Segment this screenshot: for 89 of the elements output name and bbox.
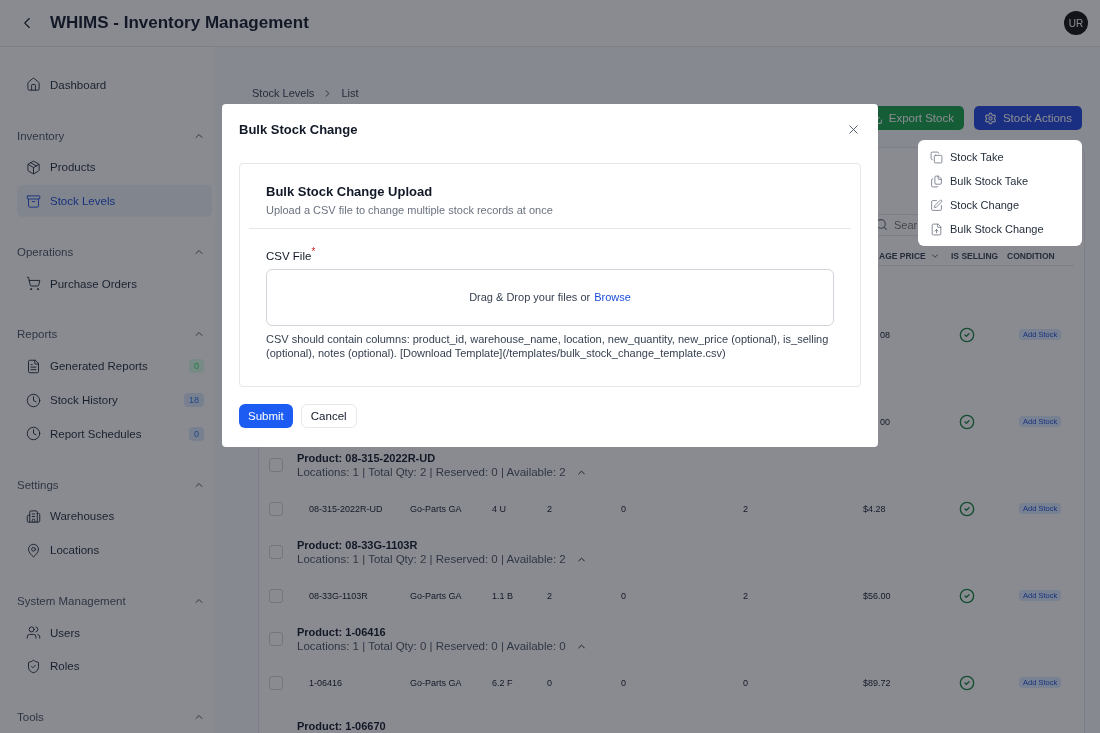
shield-icon <box>26 658 41 674</box>
table-cell-text: 2 <box>547 503 553 514</box>
table-cell-text: 6.2 F <box>492 677 514 688</box>
sidebar-item[interactable]: Products <box>17 151 212 184</box>
table-cell-text: 0 <box>621 590 627 601</box>
submit-button[interactable]: Submit <box>239 404 293 428</box>
section-header[interactable]: Tools <box>17 701 215 733</box>
menu-item[interactable]: Stock Change <box>918 193 1082 217</box>
sidebar-item[interactable]: Stock History 18 <box>17 384 212 416</box>
table-cell-text: 2 <box>743 503 749 514</box>
field-label: CSV File$^{*}$ <box>266 246 317 262</box>
sidebar-item[interactable]: Report Schedules 0 <box>17 417 212 450</box>
count-badge: 18 <box>184 393 204 407</box>
table-cell-text: 0 <box>621 503 627 514</box>
card-subtitle: Upload a CSV file to change multiple stock records at once <box>266 204 554 216</box>
cart-icon <box>26 276 41 292</box>
users-icon <box>26 625 41 641</box>
product-title: Product: 08-315-2022R-UD <box>297 452 437 464</box>
section-header[interactable]: Inventory <box>17 119 215 152</box>
table-cell-text: 2 <box>547 590 553 601</box>
sidebar-item[interactable]: Generated Reports 0 <box>17 350 212 383</box>
table-cell-text: 08-33G-1103R <box>308 590 369 601</box>
menu-item[interactable]: Bulk Stock Take <box>918 169 1082 193</box>
home-icon <box>26 77 41 93</box>
count-badge: 0 <box>189 359 204 374</box>
file-dropzone[interactable]: Drag & Drop your files or Browse <box>266 268 834 326</box>
table-cell-text: 1-06416 <box>308 677 344 688</box>
product-title: Product: 1-06670 <box>297 720 387 732</box>
table-cell-text: Go-Parts GA <box>410 590 463 601</box>
table-cell-text: Go-Parts GA <box>410 677 463 688</box>
breadcrumb-current: List <box>341 87 359 99</box>
product-summary: Locations: 1 | Total Qty: 0 | Reserved: 0 | Available: 0 <box>297 640 566 652</box>
file-upload-icon <box>930 222 943 236</box>
product-title: Product: 08-33G-1103R <box>297 539 419 551</box>
sidebar-item[interactable]: Dashboard <box>17 69 212 101</box>
product-title: Product: 1-06416 <box>297 626 387 638</box>
help-text: CSV should contain columns: product_id, warehouse_name, location, new_quantity, new_price (optional), is_selling (optional), notes (optional). [Download Template](/templates/bulk_stock_change_template.csv) <box>266 331 830 360</box>
section-header[interactable]: Reports <box>17 318 215 351</box>
product-summary: Locations: 1 | Total Qty: 2 | Reserved: 0 | Available: 2 <box>297 466 566 478</box>
table-cell-text: 00 <box>879 416 891 427</box>
table-cell-text: 2 <box>743 590 749 601</box>
modal-title: Bulk Stock Change <box>239 122 358 137</box>
section-header[interactable]: System Management <box>17 584 215 617</box>
app-title: WHIMS - Inventory Management <box>50 13 310 33</box>
clock-icon <box>26 392 41 408</box>
section-header[interactable]: Operations <box>17 236 215 268</box>
sidebar-item[interactable]: Warehouses <box>17 500 212 533</box>
box-icon <box>26 159 41 175</box>
card-title: Bulk Stock Change Upload <box>266 184 434 199</box>
menu-item[interactable]: Stock Take <box>918 145 1082 169</box>
table-cell-text: 08 <box>879 329 891 340</box>
table-cell-text: $4.28 <box>863 503 887 514</box>
user-avatar[interactable]: UR <box>1064 11 1088 35</box>
table-cell-text: $56.00 <box>863 590 892 601</box>
table-cell-text: Go-Parts GA <box>410 503 463 514</box>
sidebar-item[interactable]: Locations <box>17 534 212 566</box>
menu-item[interactable]: Bulk Stock Change <box>918 217 1082 241</box>
product-summary: Locations: 1 | Total Qty: 2 | Reserved: 0 | Available: 2 <box>297 553 566 565</box>
count-badge: 0 <box>189 426 204 441</box>
copy-icon <box>930 150 943 164</box>
table-cell-text: 4 U <box>492 503 507 514</box>
column-header: CONDITION <box>1007 250 1056 261</box>
pencil-icon <box>930 198 943 212</box>
archive-icon <box>26 193 41 209</box>
section-header[interactable]: Settings <box>17 468 215 501</box>
table-cell-text: 0 <box>743 677 749 688</box>
map-pin-icon <box>26 542 41 558</box>
dropzone-text: Drag & Drop your files or <box>469 291 591 304</box>
files-icon <box>930 174 943 188</box>
table-cell-text: 0 <box>621 677 627 688</box>
close-button[interactable] <box>846 122 861 137</box>
settings-icon <box>983 111 997 125</box>
sidebar-item[interactable]: Roles <box>17 650 212 683</box>
document-icon <box>26 358 41 374</box>
sidebar-item[interactable]: Stock Levels <box>17 185 212 218</box>
table-cell-text: 1.1 B <box>492 590 514 601</box>
column-header[interactable]: AGE PRICE <box>863 250 951 261</box>
cancel-button[interactable]: Cancel <box>300 404 357 428</box>
actions-button[interactable]: Stock Actions <box>973 106 1082 130</box>
clock-icon <box>26 426 41 442</box>
column-header: IS SELLING <box>951 250 1000 261</box>
building-icon <box>26 508 41 524</box>
table-cell-text: 0 <box>547 677 553 688</box>
table-cell-text: $89.72 <box>863 677 892 688</box>
browse-link[interactable]: Browse <box>594 291 631 304</box>
table-cell-text: 08-315-2022R-UD <box>308 503 384 514</box>
sidebar-item[interactable]: Purchase Orders <box>17 267 212 300</box>
sidebar-item[interactable]: Users <box>17 616 212 649</box>
breadcrumb-link[interactable]: Stock Levels <box>252 87 315 99</box>
